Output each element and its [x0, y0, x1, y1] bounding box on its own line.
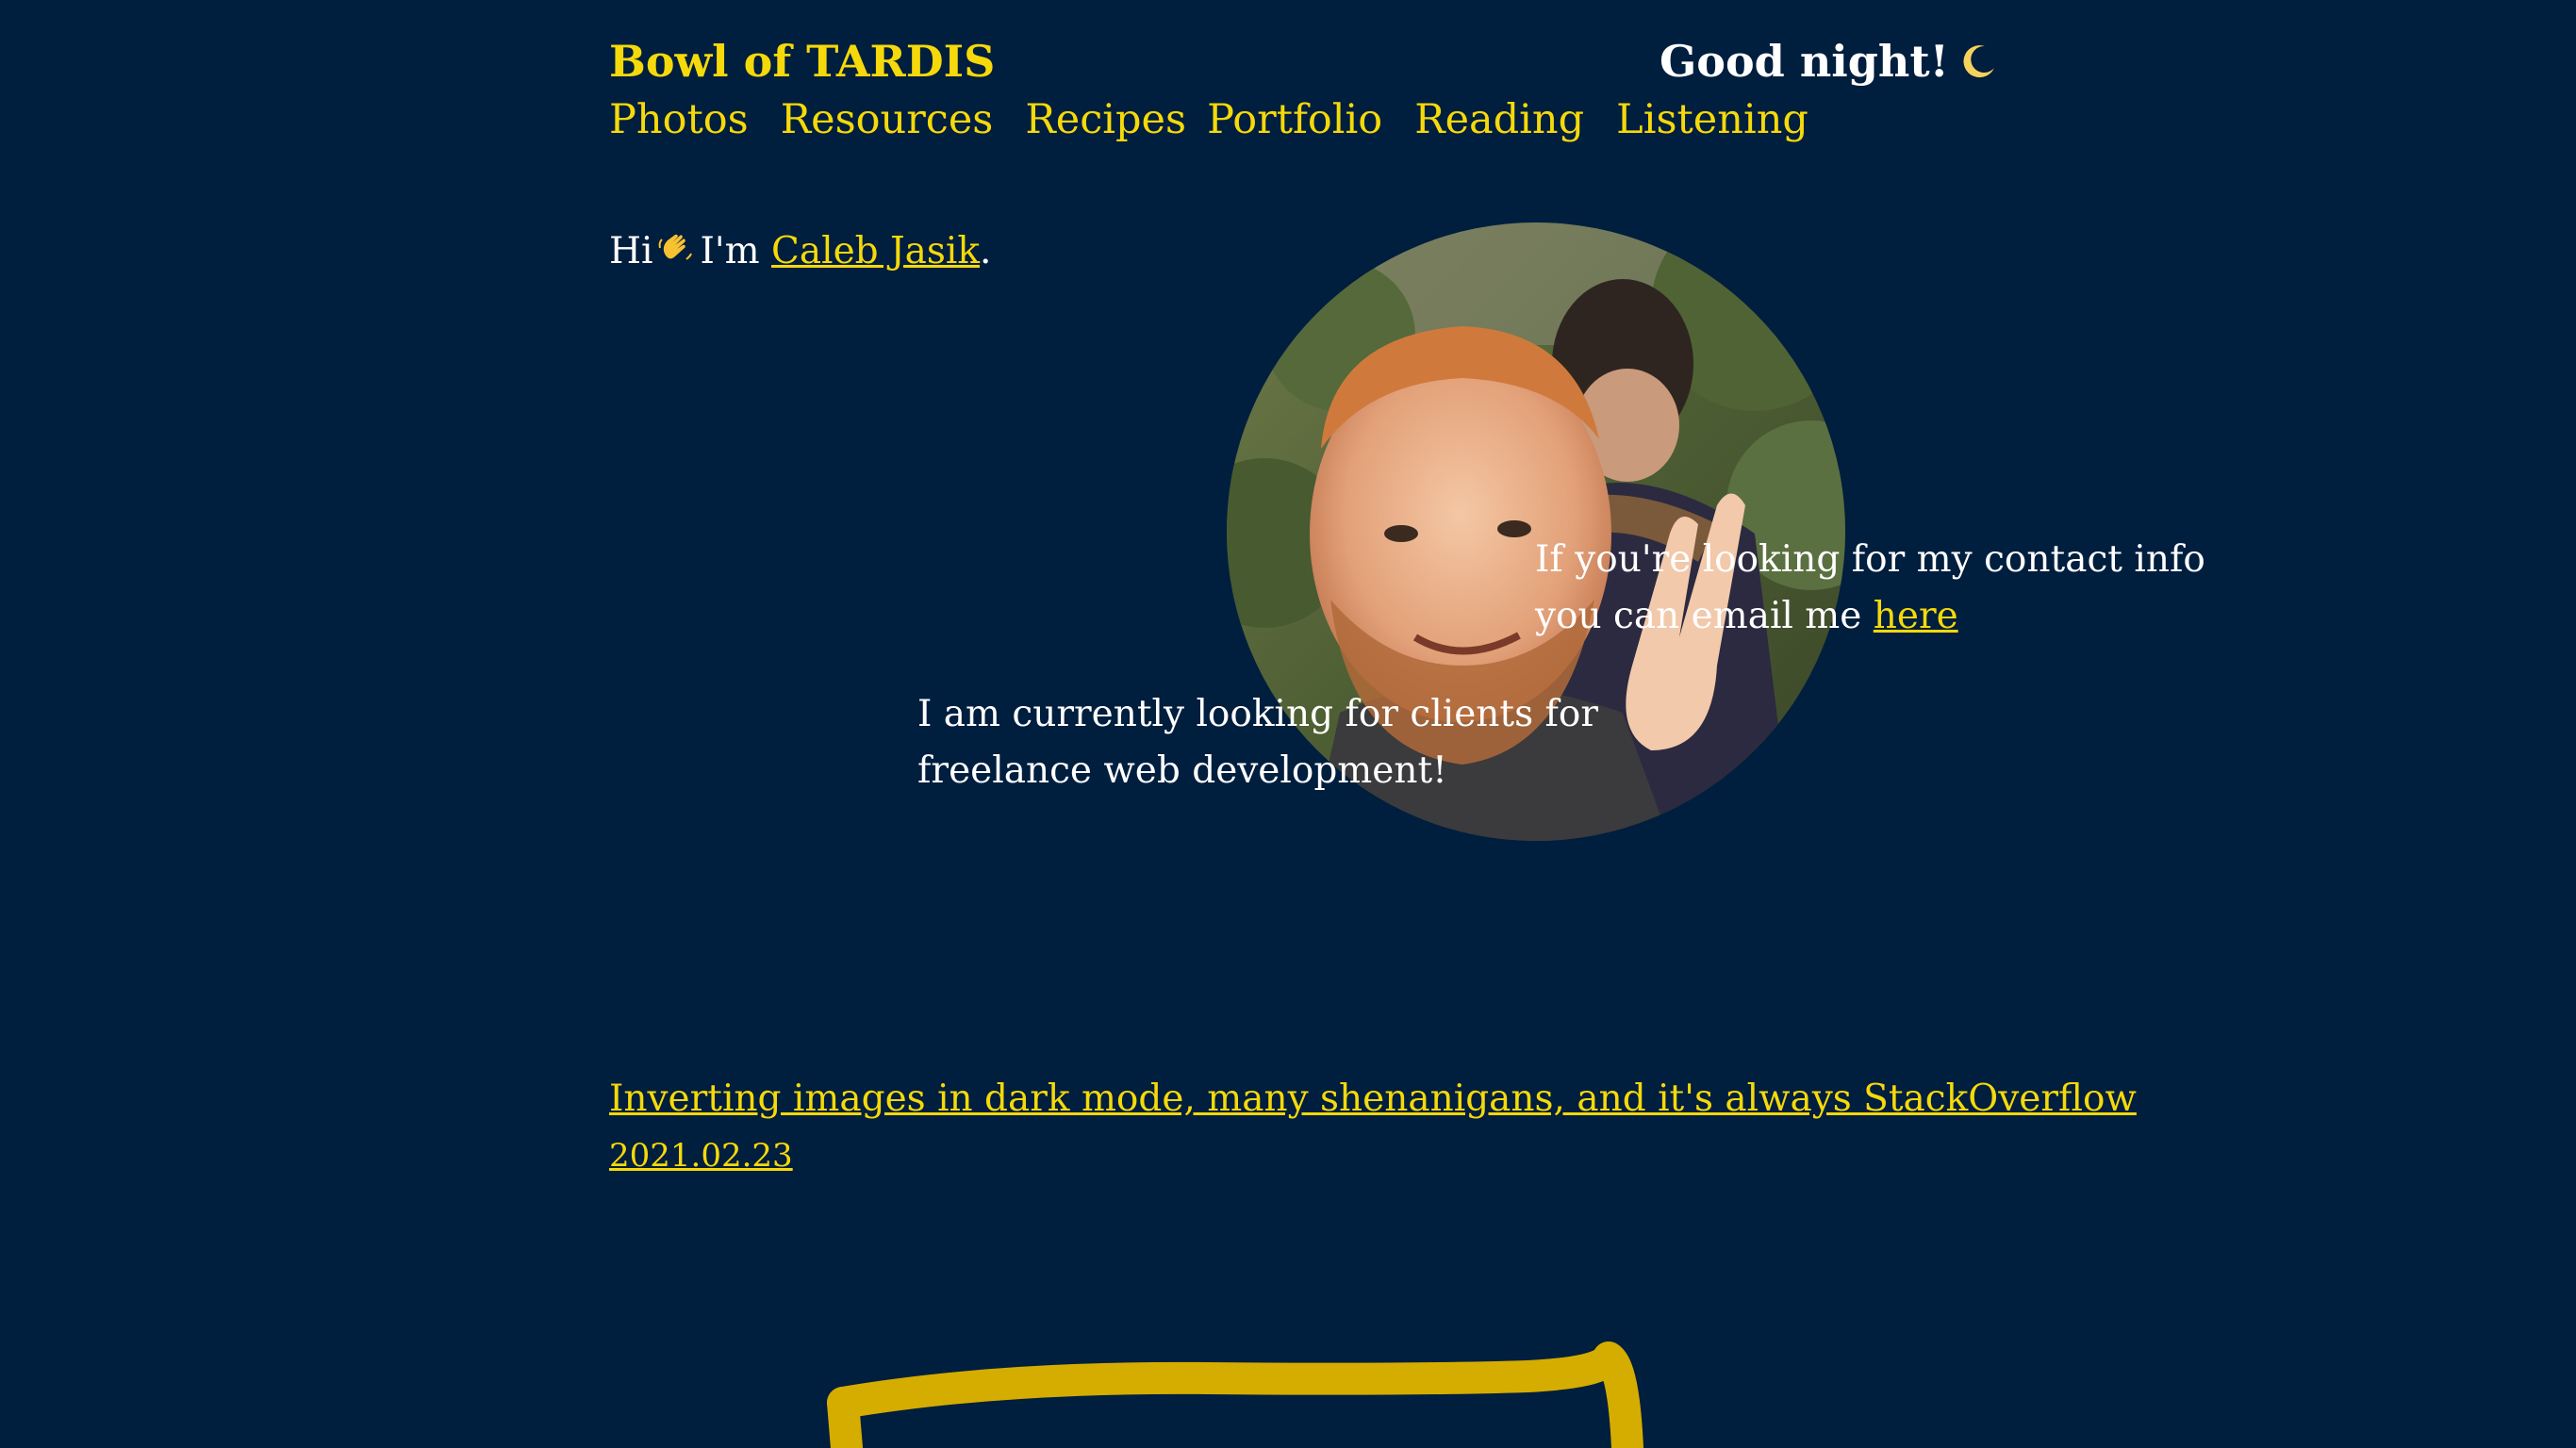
intro-suffix: .: [980, 230, 992, 272]
page: Bowl of TARDIS Good night! Photos Resour…: [0, 0, 2576, 1448]
post-title-link[interactable]: Inverting images in dark mode, many shen…: [609, 1071, 2137, 1127]
freelance-notice: I am currently looking for clients for f…: [917, 686, 1598, 799]
intro-im: I'm: [700, 230, 760, 272]
nav-photos[interactable]: Photos: [609, 89, 749, 151]
freelance-line-2: freelance web development!: [917, 749, 1447, 792]
greeting: Good night!: [1660, 30, 1998, 92]
waving-hand-icon: [656, 226, 694, 264]
blog-post-item: Inverting images in dark mode, many shen…: [609, 1071, 2137, 1182]
main-nav: Photos Resources Recipes Portfolio Readi…: [609, 89, 1841, 151]
freelance-line-1: I am currently looking for clients for: [917, 693, 1599, 735]
nav-recipes[interactable]: Recipes: [1025, 89, 1186, 151]
site-title-link[interactable]: Bowl of TARDIS: [609, 30, 995, 92]
nav-reading[interactable]: Reading: [1414, 89, 1584, 151]
contact-line-2-prefix: you can email me: [1535, 595, 1862, 637]
greeting-text: Good night!: [1660, 36, 1949, 87]
nav-portfolio[interactable]: Portfolio: [1207, 89, 1382, 151]
contact-info: If you're looking for my contact info yo…: [1535, 532, 2205, 645]
contact-line-2: you can email me here: [1535, 588, 2205, 645]
moon-icon: [1960, 34, 1998, 78]
author-name-link[interactable]: Caleb Jasik: [771, 230, 980, 272]
contact-line-1: If you're looking for my contact info: [1535, 538, 2205, 581]
post-date-link[interactable]: 2021.02.23: [609, 1129, 2137, 1182]
hand-drawn-frame: [811, 1339, 1660, 1448]
nav-resources[interactable]: Resources: [781, 89, 994, 151]
intro-text: Hi I'm Caleb Jasik.: [609, 221, 991, 283]
intro-prefix: Hi: [609, 230, 653, 272]
nav-listening[interactable]: Listening: [1616, 89, 1808, 151]
email-link[interactable]: here: [1874, 595, 1958, 637]
